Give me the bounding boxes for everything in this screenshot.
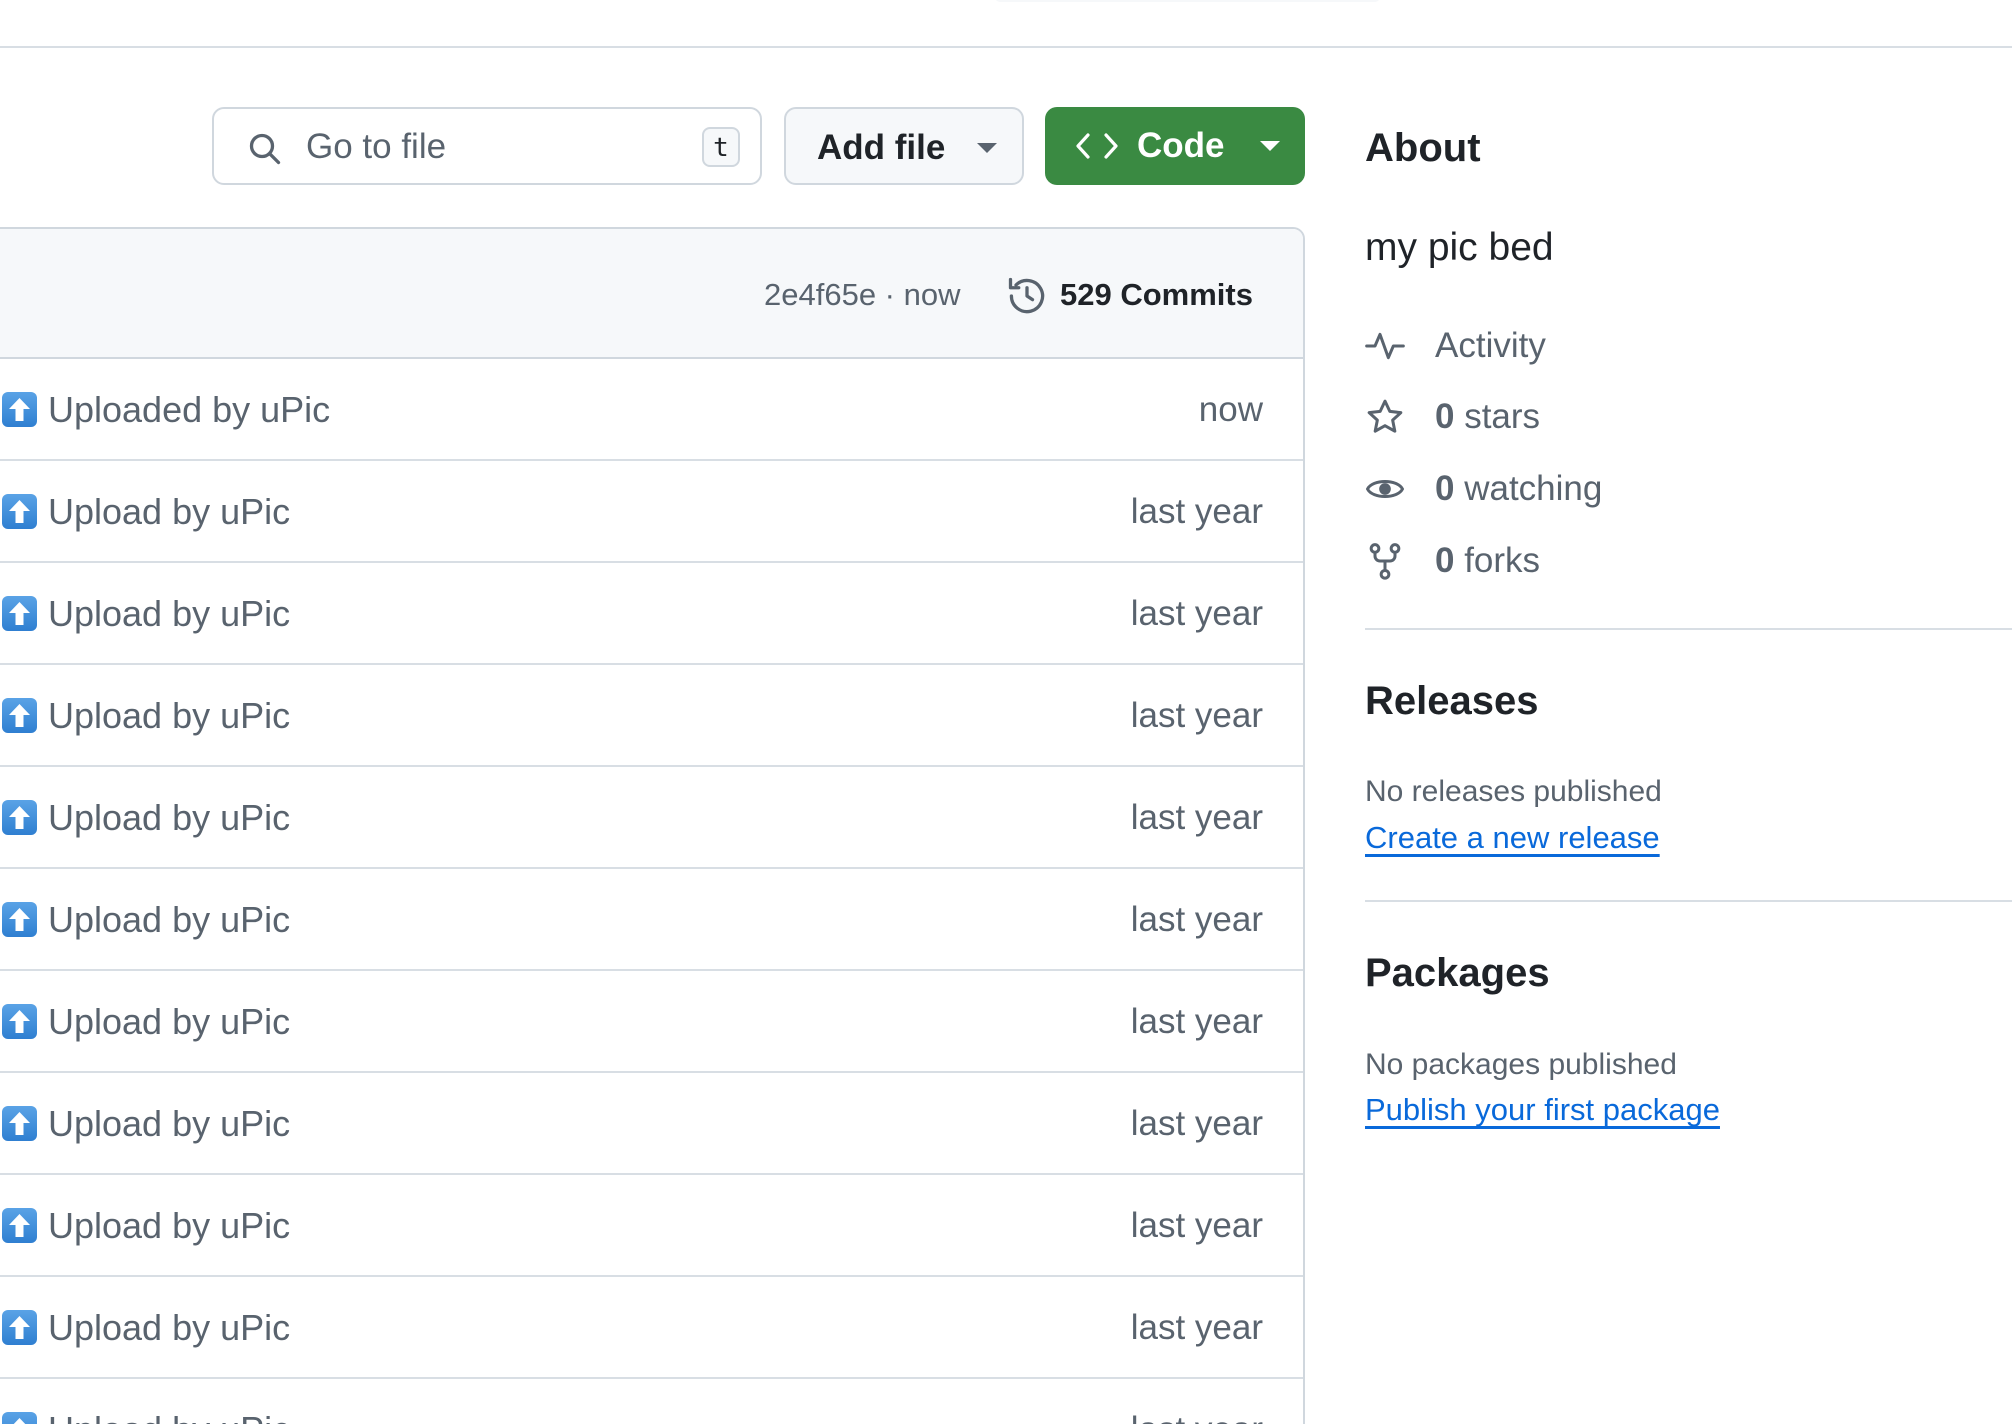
packages-heading[interactable]: Packages	[1365, 950, 1550, 996]
commit-message-link[interactable]: Upload by uPic	[48, 798, 290, 838]
file-row[interactable]: Upload by uPic last year	[0, 665, 1303, 767]
commit-message-link[interactable]: Upload by uPic	[48, 1104, 290, 1144]
arrow-up-emoji-icon	[2, 392, 37, 427]
commit-message-link[interactable]: Upload by uPic	[48, 1308, 290, 1348]
commit-message-link[interactable]: Upload by uPic	[48, 492, 290, 532]
file-row[interactable]: Upload by uPic last year	[0, 1073, 1303, 1175]
shortcut-key-badge: t	[702, 127, 740, 167]
commit-time: last year	[1130, 798, 1263, 837]
commit-time: last year	[1130, 1002, 1263, 1041]
file-row[interactable]: Upload by uPic last year	[0, 767, 1303, 869]
commit-time: last year	[1130, 1206, 1263, 1245]
arrow-up-emoji-icon	[2, 1310, 37, 1345]
star-icon	[1367, 399, 1403, 433]
file-row[interactable]: Upload by uPic last year	[0, 971, 1303, 1073]
caret-down-icon	[1260, 141, 1280, 151]
forks-label: forks	[1464, 541, 1541, 580]
pulse-icon	[1365, 332, 1405, 360]
arrow-up-emoji-icon	[2, 1004, 37, 1039]
latest-commit-header: 2e4f65e · now 529 Commits	[0, 229, 1303, 359]
arrow-up-emoji-icon	[2, 902, 37, 937]
commit-message-link[interactable]: Upload by uPic	[48, 1002, 290, 1042]
add-file-button[interactable]: Add file	[784, 107, 1024, 185]
stars-label: stars	[1464, 397, 1541, 436]
caret-down-icon	[977, 143, 997, 153]
search-icon	[249, 133, 281, 165]
arrow-up-emoji-icon	[2, 1106, 37, 1141]
arrow-up-emoji-icon	[2, 698, 37, 733]
commit-time: last year	[1130, 900, 1263, 939]
watching-label: watching	[1464, 469, 1603, 508]
activity-label: Activity	[1435, 326, 1546, 365]
history-icon	[1008, 277, 1045, 314]
repo-sidebar: About my pic bed Activity 0 stars 0 watc…	[1365, 0, 2012, 1424]
commit-message-link[interactable]: Upload by uPic	[48, 1410, 290, 1424]
file-row[interactable]: Upload by uPic last year	[0, 1175, 1303, 1277]
commits-link[interactable]: 529 Commits	[1060, 277, 1253, 313]
create-release-link[interactable]: Create a new release	[1365, 820, 1660, 856]
sidebar-divider	[1365, 900, 2012, 902]
file-row[interactable]: Upload by uPic last year	[0, 1379, 1303, 1424]
arrow-up-emoji-icon	[2, 1208, 37, 1243]
eye-icon	[1366, 480, 1404, 498]
file-rows: Uploaded by uPic now Upload by uPic last ye…	[0, 359, 1303, 1424]
watching-count: 0	[1435, 469, 1455, 508]
commit-time: last year	[1131, 1410, 1263, 1424]
repo-description: my pic bed	[1365, 226, 1554, 269]
commit-time: last year	[1130, 1308, 1263, 1347]
header-element	[995, 0, 1380, 2]
arrow-up-emoji-icon	[2, 800, 37, 835]
file-row[interactable]: Uploaded by uPic now	[0, 359, 1303, 461]
arrow-up-emoji-icon	[2, 1412, 37, 1424]
add-file-label: Add file	[817, 128, 946, 167]
commit-time: last year	[1130, 492, 1263, 531]
forks-count: 0	[1435, 541, 1455, 580]
file-row[interactable]: Upload by uPic last year	[0, 461, 1303, 563]
sidebar-divider	[1365, 628, 2012, 630]
code-label: Code	[1137, 126, 1225, 165]
commit-message-link[interactable]: Upload by uPic	[48, 900, 290, 940]
repo-page: t Add file Code 2e4f65e · now 529 Commit…	[0, 0, 2012, 1424]
go-to-file-input[interactable]	[306, 127, 686, 167]
stars-count: 0	[1435, 397, 1455, 436]
commit-sha-time[interactable]: 2e4f65e · now	[764, 277, 960, 313]
code-button[interactable]: Code	[1045, 107, 1305, 185]
commit-time: last year	[1130, 1104, 1263, 1143]
file-row[interactable]: Upload by uPic last year	[0, 563, 1303, 665]
commit-time: last year	[1130, 696, 1263, 735]
commit-time: now	[1198, 390, 1263, 429]
releases-empty-text: No releases published	[1365, 775, 1662, 808]
commit-message-link[interactable]: Upload by uPic	[48, 1206, 290, 1246]
releases-heading[interactable]: Releases	[1365, 678, 1538, 724]
packages-empty-text: No packages published	[1365, 1048, 1677, 1081]
arrow-up-emoji-icon	[2, 596, 37, 631]
publish-package-link[interactable]: Publish your first package	[1365, 1092, 1720, 1128]
about-heading: About	[1365, 126, 1481, 170]
commit-message-link[interactable]: Upload by uPic	[48, 594, 290, 634]
file-row[interactable]: Upload by uPic last year	[0, 1277, 1303, 1379]
commit-time: last year	[1130, 594, 1263, 633]
file-list: 2e4f65e · now 529 Commits Uploaded by uP…	[0, 227, 1305, 1424]
arrow-up-emoji-icon	[2, 494, 37, 529]
code-icon	[1076, 133, 1118, 159]
commit-message-link[interactable]: Upload by uPic	[48, 696, 290, 736]
go-to-file-search[interactable]: t	[212, 107, 762, 185]
file-row[interactable]: Upload by uPic last year	[0, 869, 1303, 971]
fork-icon	[1369, 543, 1401, 580]
commit-message-link[interactable]: Uploaded by uPic	[48, 390, 330, 430]
